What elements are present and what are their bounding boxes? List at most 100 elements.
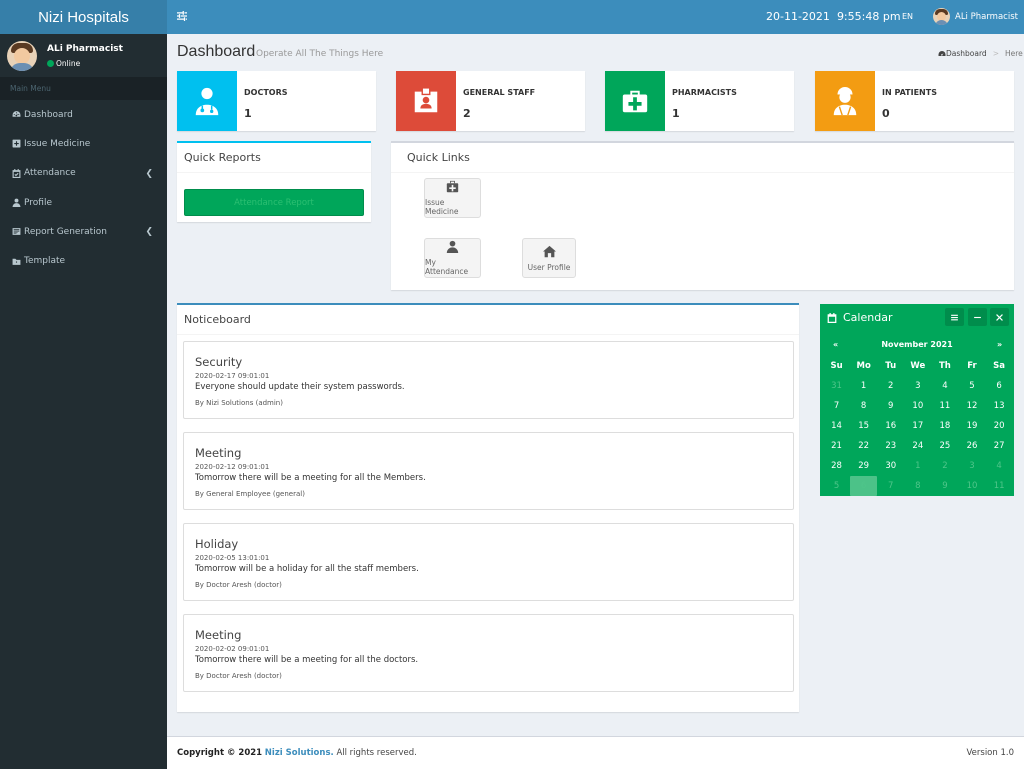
sidebar-item-template[interactable]: Template <box>0 246 167 275</box>
calendar-day[interactable]: 30 <box>877 456 904 476</box>
chevron-left-icon: ❮ <box>145 168 153 179</box>
menu-header: Main Menu <box>0 77 167 100</box>
calendar-day[interactable]: 9 <box>877 396 904 416</box>
calendar-day[interactable]: 3 <box>904 376 931 396</box>
box-title: Noticeboard <box>177 305 799 335</box>
user-icon <box>446 240 459 253</box>
calendar-day[interactable]: 15 <box>850 416 877 436</box>
chevron-left-icon: ❮ <box>145 227 153 238</box>
calendar-day[interactable]: 12 <box>958 396 985 416</box>
sidebar-item-issue-medicine[interactable]: Issue Medicine <box>0 129 167 158</box>
medkit-icon <box>622 90 648 113</box>
user-menu-name: ALi Pharmacist <box>955 11 1018 22</box>
sidebar-item-report-generation[interactable]: Report Generation ❮ <box>0 217 167 246</box>
calendar-month-label[interactable]: November 2021 <box>820 340 1014 349</box>
user-menu[interactable]: ALi Pharmacist <box>933 8 1018 25</box>
calendar-day[interactable]: 8 <box>904 476 931 496</box>
calendar-day[interactable]: 4 <box>986 456 1013 476</box>
quick-link-my-attendance[interactable]: My Attendance <box>424 238 481 278</box>
avatar <box>7 40 37 71</box>
doctor-icon <box>195 87 219 116</box>
sidebar-item-attendance[interactable]: Attendance ❮ <box>0 159 167 188</box>
sidebar: Nizi Hospitals ALi Pharmacist Online Mai… <box>0 0 167 769</box>
calendar-day[interactable]: 20 <box>986 416 1013 436</box>
calendar-day[interactable]: 2 <box>931 456 958 476</box>
calendar-day[interactable]: 5 <box>823 476 850 496</box>
user-name: ALi Pharmacist <box>47 43 123 54</box>
sidebar-item-dashboard[interactable]: Dashboard <box>0 100 167 129</box>
language-selector[interactable]: EN <box>902 12 913 21</box>
footer-copyright: Copyright © 2021 Nizi Solutions. All rig… <box>177 748 417 758</box>
calendar-day[interactable]: 22 <box>850 436 877 456</box>
calendar-collapse-button[interactable] <box>968 308 987 326</box>
calendar-day[interactable]: 11 <box>931 396 958 416</box>
notice-author: By General Employee (general) <box>195 490 305 498</box>
calendar-day[interactable]: 9 <box>931 476 958 496</box>
calendar-day[interactable]: 18 <box>931 416 958 436</box>
calendar-day[interactable]: 7 <box>877 476 904 496</box>
calendar-day[interactable]: 8 <box>850 396 877 416</box>
quick-link-user-profile[interactable]: User Profile <box>522 238 576 278</box>
calendar-day[interactable]: 7 <box>823 396 850 416</box>
sidebar-item-label: Dashboard <box>24 109 73 120</box>
noticeboard-box: Noticeboard Security 2020-02-17 09:01:01… <box>177 303 799 712</box>
calendar-day[interactable]: 1 <box>904 456 931 476</box>
breadcrumb-home-link[interactable]: Dashboard <box>946 49 987 58</box>
calendar-day[interactable]: 17 <box>904 416 931 436</box>
stat-box-doctors[interactable]: DOCTORS 1 <box>177 71 376 131</box>
calendar-day[interactable]: 6 <box>850 476 878 496</box>
calendar-weekday: Su <box>830 361 843 371</box>
calendar-next-button[interactable]: » <box>997 340 1002 349</box>
notice-item[interactable]: Holiday 2020-02-05 13:01:01 Tomorrow wil… <box>183 523 794 601</box>
notice-date: 2020-02-05 13:01:01 <box>195 554 270 562</box>
calendar-icon <box>827 312 837 323</box>
dashboard-icon <box>938 50 946 56</box>
stat-box-general-staff[interactable]: GENERAL STAFF 2 <box>396 71 585 131</box>
stat-box-pharmacists[interactable]: PHARMACISTS 1 <box>605 71 794 131</box>
user-icon <box>12 198 21 208</box>
stat-box-in-patients[interactable]: IN PATIENTS 0 <box>815 71 1014 131</box>
notice-item[interactable]: Security 2020-02-17 09:01:01 Everyone sh… <box>183 341 794 419</box>
sidebar-toggle-button[interactable] <box>177 11 187 21</box>
quick-link-issue-medicine[interactable]: Issue Medicine <box>424 178 481 218</box>
calendar-day[interactable]: 16 <box>877 416 904 436</box>
calendar-day[interactable]: 21 <box>823 436 850 456</box>
stat-label: GENERAL STAFF <box>463 88 536 97</box>
home-icon <box>542 245 556 257</box>
folder-icon <box>12 258 21 265</box>
calendar-close-button[interactable] <box>990 308 1009 326</box>
notice-item[interactable]: Meeting 2020-02-12 09:01:01 Tomorrow the… <box>183 432 794 510</box>
calendar-day[interactable]: 10 <box>958 476 985 496</box>
attendance-report-button[interactable]: Attendance Report <box>184 189 364 216</box>
calendar-day[interactable]: 11 <box>986 476 1013 496</box>
brand-logo[interactable]: Nizi Hospitals <box>0 0 167 34</box>
calendar-day[interactable]: 1 <box>850 376 877 396</box>
sidebar-item-label: Attendance <box>24 168 76 179</box>
company-link[interactable]: Nizi Solutions. <box>265 748 334 758</box>
calendar-day[interactable]: 14 <box>823 416 850 436</box>
calendar-day[interactable]: 6 <box>986 376 1013 396</box>
calendar-day[interactable]: 28 <box>823 456 850 476</box>
stat-value: 0 <box>882 107 890 120</box>
calendar-check-icon <box>12 168 21 178</box>
calendar-day[interactable]: 23 <box>877 436 904 456</box>
calendar-day[interactable]: 27 <box>986 436 1013 456</box>
breadcrumb: Dashboard > Here <box>938 49 1023 58</box>
notice-date: 2020-02-02 09:01:01 <box>195 645 270 653</box>
calendar-day[interactable]: 10 <box>904 396 931 416</box>
calendar-day[interactable]: 3 <box>958 456 985 476</box>
calendar-day[interactable]: 26 <box>958 436 985 456</box>
calendar-menu-button[interactable] <box>945 308 964 326</box>
calendar-day[interactable]: 2 <box>877 376 904 396</box>
calendar-day[interactable]: 31 <box>823 376 850 396</box>
calendar-day[interactable]: 29 <box>850 456 877 476</box>
sidebar-item-profile[interactable]: Profile <box>0 188 167 217</box>
bars-icon <box>951 314 958 320</box>
calendar-day[interactable]: 5 <box>958 376 985 396</box>
calendar-day[interactable]: 4 <box>931 376 958 396</box>
calendar-day[interactable]: 19 <box>958 416 985 436</box>
notice-item[interactable]: Meeting 2020-02-02 09:01:01 Tomorrow the… <box>183 614 794 692</box>
calendar-day[interactable]: 24 <box>904 436 931 456</box>
calendar-day[interactable]: 13 <box>986 396 1013 416</box>
calendar-day[interactable]: 25 <box>931 436 958 456</box>
